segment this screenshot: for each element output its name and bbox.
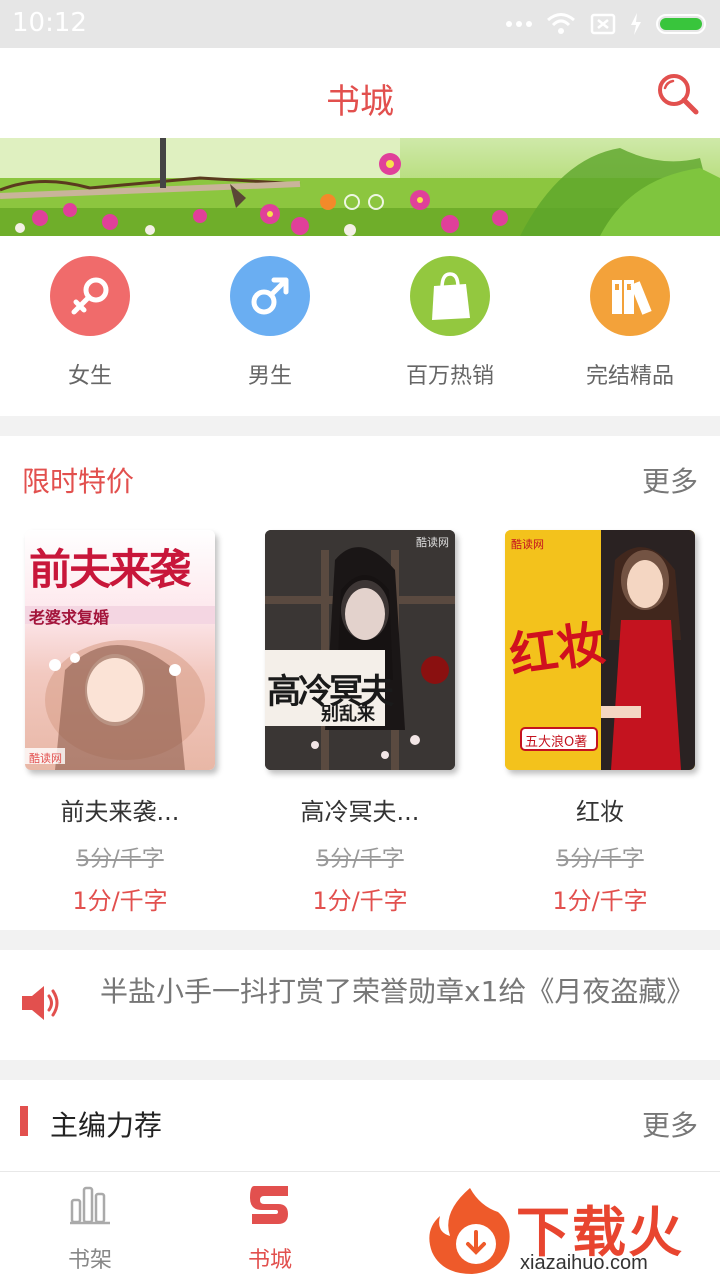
top-bar: 书城 [0,48,720,138]
book-cover-art [265,530,455,770]
book-cover-title: 前夫来袭 [29,545,191,594]
book-cover-brand: 酷读网 [416,536,449,549]
book-cover-subtitle: 老婆求复婚 [29,608,110,627]
book-card[interactable]: 红妆 五大浪O著 酷读网 红妆 5分/千字 1分/千字 [500,530,700,916]
book-sale-price: 1分/千字 [552,887,648,915]
watermark-logo: 下载火 xiazaihuo.com [420,1180,720,1280]
category-completed[interactable]: 完结精品 [540,256,720,390]
female-icon [71,277,109,315]
editor-picks-section: 主编力荐 更多 [0,1080,720,1172]
book-title: 前夫来袭... [60,798,180,826]
status-time: 10:12 [12,8,87,38]
category-male-circle [230,256,310,336]
notice-bar[interactable]: 半盐小手一抖打赏了荣誉勋章x1给《月夜盗藏》 [0,950,720,1060]
more-link[interactable]: 更多 [642,1104,698,1144]
shopping-bag-icon [432,272,470,320]
tab-bookstore[interactable]: 书城 [180,1182,360,1274]
limited-sale-section: 限时特价 更多 前夫来袭 老婆求复婚 酷读网 前夫来袭... 5分/千字 1分/… [0,436,720,930]
tab-label: 书城 [247,1248,292,1273]
category-female-circle [50,256,130,336]
book-cover-brand: 酷读网 [29,752,62,765]
books-icon [612,280,652,315]
carousel-dot[interactable] [344,194,360,210]
male-icon [251,277,289,315]
book-sale-price: 1分/千字 [312,887,408,915]
book-cover: 高冷冥夫 别乱来 酷读网 [265,530,455,770]
more-dots-icon [506,21,532,27]
banner-carousel[interactable] [0,138,720,236]
search-icon[interactable] [656,72,700,116]
category-bestseller[interactable]: 百万热销 [360,256,540,390]
book-cover-subtitle: 别乱来 [321,704,375,725]
page-title: 书城 [326,82,394,122]
book-card[interactable]: 高冷冥夫 别乱来 酷读网 高冷冥夫... 5分/千字 1分/千字 [260,530,460,916]
category-label: 完结精品 [585,364,674,389]
tab-bookshelf[interactable]: 书架 [0,1182,180,1274]
wifi-icon [547,13,575,34]
carousel-dot[interactable] [368,194,384,210]
section-title: 限时特价 [22,465,135,498]
category-bestseller-circle [410,256,490,336]
carousel-dots [320,194,384,210]
notice-message: 半盐小手一抖打赏了荣誉勋章x1给《月夜盗藏》 [100,975,695,1008]
banner-image [0,138,720,236]
category-label: 百万热销 [405,364,494,389]
charging-icon [631,13,641,35]
battery-icon [656,14,706,34]
category-female[interactable]: 女生 [0,256,180,390]
book-cover-title: 红妆 [506,615,610,685]
book-title: 红妆 [576,798,624,826]
category-grid: 女生 男生 百万热销 完结精品 [0,236,720,416]
sim-off-icon [590,13,616,35]
carousel-dot[interactable] [320,194,336,210]
status-bar: 10:12 [0,0,720,48]
book-card[interactable]: 前夫来袭 老婆求复婚 酷读网 前夫来袭... 5分/千字 1分/千字 [20,530,220,916]
book-old-price: 5分/千字 [316,847,404,872]
section-title: 主编力荐 [50,1109,163,1142]
book-old-price: 5分/千字 [76,847,164,872]
flame-logo-icon [429,1188,510,1274]
bookstore-icon [250,1186,288,1224]
tab-label: 书架 [67,1248,112,1273]
book-title: 高冷冥夫... [300,798,420,826]
book-cover: 前夫来袭 老婆求复婚 酷读网 [25,530,215,770]
more-link[interactable]: 更多 [642,460,698,500]
book-cover-brand: 酷读网 [511,538,544,551]
status-icons [506,10,706,38]
category-male[interactable]: 男生 [180,256,360,390]
category-label: 女生 [67,364,112,389]
book-cover-subtitle: 五大浪O著 [525,735,588,750]
book-cover: 红妆 五大浪O著 酷读网 [505,530,695,770]
book-old-price: 5分/千字 [556,847,644,872]
category-completed-circle [590,256,670,336]
book-sale-price: 1分/千字 [72,887,168,915]
bookshelf-icon [70,1186,110,1225]
watermark-url: xiazaihuo.com [520,1252,648,1274]
category-label: 男生 [247,364,292,389]
speaker-icon [22,986,59,1020]
section-accent-bar [20,1106,28,1136]
